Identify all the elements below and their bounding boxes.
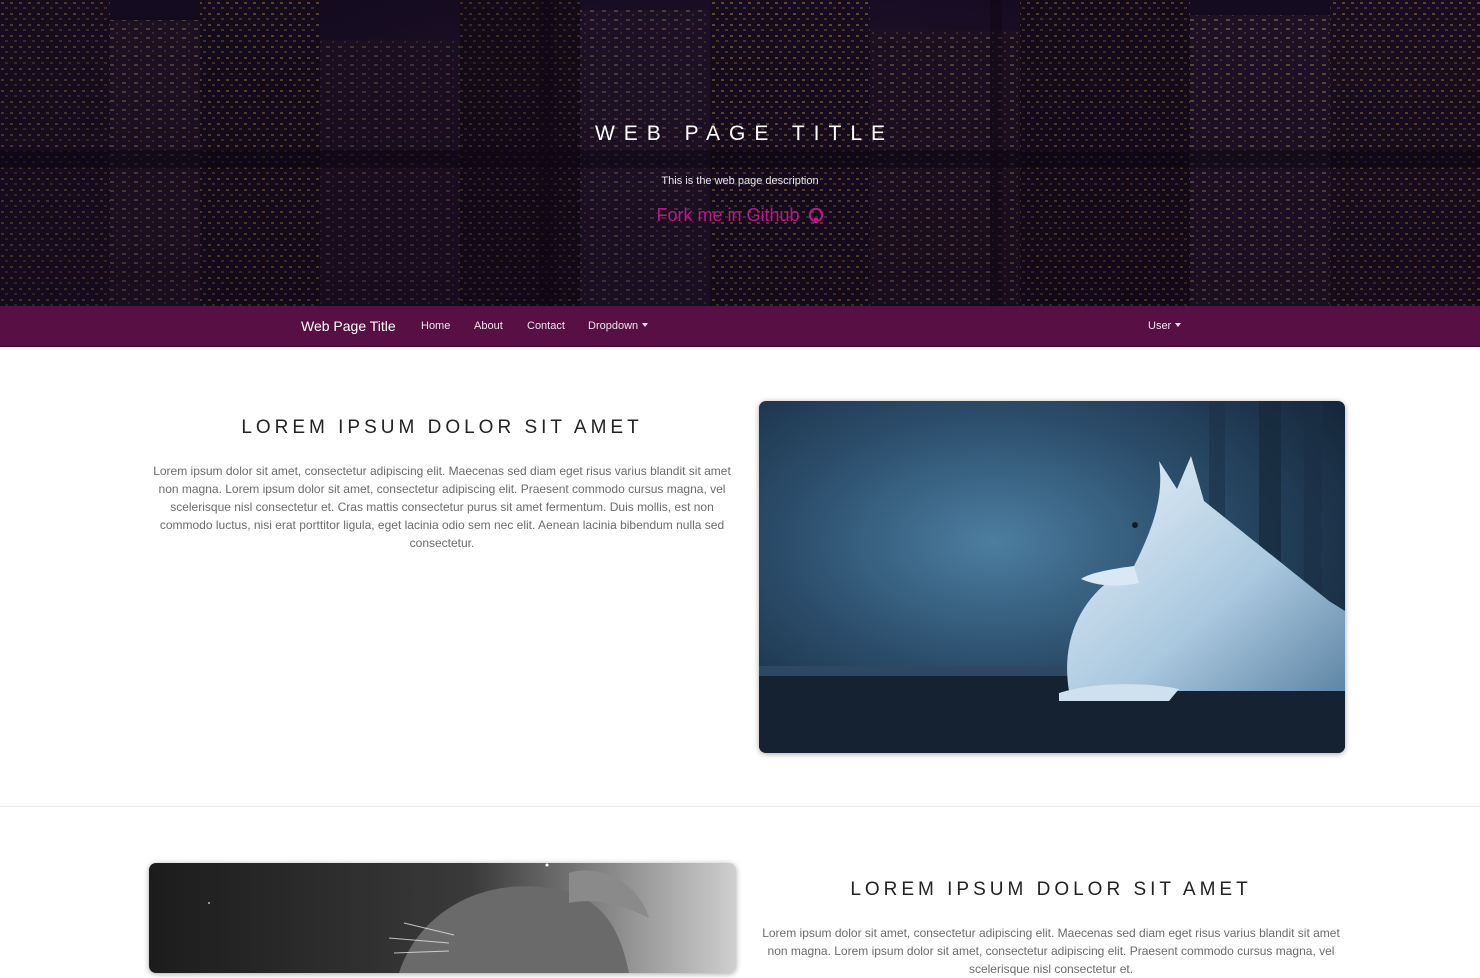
section-1-text: Lorem ipsum dolor sit amet, consectetur … xyxy=(153,464,731,550)
hero-title: WEB PAGE TITLE xyxy=(594,122,895,145)
navbar: Web Page Title Home About Contact Dropdo… xyxy=(0,306,1480,347)
nav-user-dropdown[interactable]: User xyxy=(1148,306,1182,346)
nav-dropdown[interactable]: Dropdown xyxy=(588,306,649,346)
hero-description: This is the web page description xyxy=(661,175,819,187)
section-1-heading: LOREM IPSUM DOLOR SIT AMET xyxy=(241,417,643,438)
caret-down-icon xyxy=(642,323,649,327)
nav-about[interactable]: About xyxy=(474,306,503,346)
section-2-text: Lorem ipsum dolor sit amet, consectetur … xyxy=(762,926,1340,976)
nav-dropdown-label: Dropdown xyxy=(588,320,639,332)
caret-down-icon xyxy=(1175,323,1182,327)
github-fork-link[interactable]: Fork me in Github xyxy=(0,205,1480,228)
nav-contact[interactable]: Contact xyxy=(527,306,565,346)
nav-home[interactable]: Home xyxy=(421,306,450,346)
navbar-brand[interactable]: Web Page Title xyxy=(301,306,396,346)
github-fork-label: Fork me in Github xyxy=(656,205,800,225)
lion-cub-photo xyxy=(149,863,736,973)
section-divider xyxy=(0,806,1480,807)
nav-user-label: User xyxy=(1148,320,1172,332)
hero-overlay xyxy=(0,0,1480,306)
github-icon xyxy=(808,207,824,228)
section-2-heading: LOREM IPSUM DOLOR SIT AMET xyxy=(850,879,1252,900)
hero-banner: WEB PAGE TITLE This is the web page desc… xyxy=(0,0,1480,306)
white-wolf-photo xyxy=(759,401,1345,753)
